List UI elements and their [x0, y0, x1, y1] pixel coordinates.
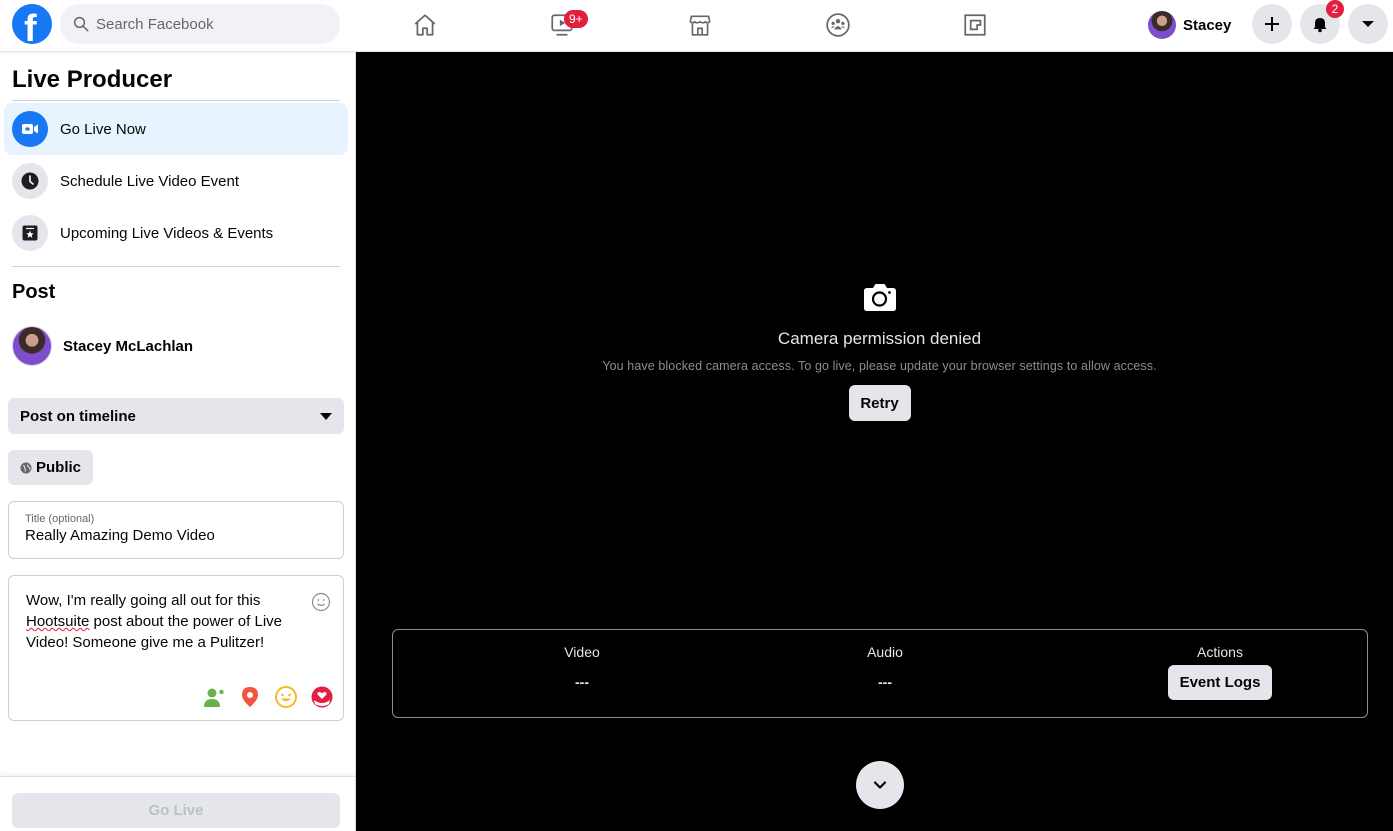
facebook-logo[interactable]: f [12, 4, 52, 44]
video-preview-area: Camera permission denied You have blocke… [356, 52, 1393, 831]
scroll-down-button[interactable] [856, 761, 904, 809]
nav-gaming[interactable] [955, 8, 995, 42]
post-author: Stacey McLachlan [12, 326, 193, 366]
sidebar-item-go-live-now[interactable]: Go Live Now [4, 103, 348, 155]
profile-name: Stacey [1183, 16, 1232, 34]
calendar-star-icon [22, 225, 38, 241]
location-icon [242, 687, 258, 707]
groups-icon [826, 13, 850, 37]
menu-icon-wrap [12, 215, 48, 251]
sidebar-title: Live Producer [12, 66, 173, 93]
video-stat: Video --- [482, 644, 682, 690]
tag-people-icon [204, 688, 224, 707]
menu-label: Upcoming Live Videos & Events [60, 224, 274, 242]
title-input[interactable] [25, 527, 325, 544]
actions-stat: Actions Event Logs [1120, 644, 1320, 700]
chevron-down-icon [873, 781, 887, 789]
nav-watch[interactable]: 9+ [542, 8, 588, 42]
location-button[interactable] [237, 684, 263, 710]
divider [12, 266, 340, 267]
search-box[interactable] [60, 4, 340, 44]
privacy-label: Public [36, 459, 82, 476]
sidebar-item-schedule-live-video-event[interactable]: Schedule Live Video Event [4, 155, 348, 207]
description-field[interactable]: Wow, I'm really going all out for this H… [8, 575, 344, 721]
notifications-badge: 2 [1326, 0, 1344, 18]
misspelled-word: Hootsuite [26, 613, 90, 630]
menu-label: Go Live Now [60, 120, 146, 138]
account-menu-button[interactable] [1348, 4, 1388, 44]
description-textarea[interactable]: Wow, I'm really going all out for this H… [26, 590, 296, 653]
clock-icon [21, 172, 39, 190]
menu-label: Schedule Live Video Event [60, 172, 240, 190]
camera-permission-description: You have blocked camera access. To go li… [602, 359, 1157, 373]
menu-icon-wrap [12, 111, 48, 147]
search-input[interactable] [96, 15, 326, 33]
sidebar-item-upcoming-live-videos[interactable]: Upcoming Live Videos & Events [4, 207, 348, 259]
gaming-icon [964, 14, 986, 36]
retry-button[interactable]: Retry [848, 385, 911, 421]
tag-people-button[interactable] [201, 684, 227, 710]
watch-badge: 9+ [564, 10, 588, 28]
post-heading: Post [12, 281, 56, 303]
avatar [12, 326, 52, 366]
facebook-logo-glyph: f [24, 8, 37, 44]
support-button[interactable] [309, 684, 335, 710]
feeling-button[interactable] [273, 684, 299, 710]
divider [12, 100, 340, 101]
profile-shortcut[interactable]: Stacey [1148, 8, 1231, 42]
home-icon [414, 14, 436, 36]
search-icon [73, 16, 89, 32]
top-navigation-bar: f 9+ Stacey 2 [0, 0, 1393, 52]
emoji-icon[interactable] [311, 592, 331, 612]
camera-permission-message: Camera permission denied You have blocke… [356, 282, 1393, 421]
create-button[interactable] [1252, 4, 1292, 44]
video-stat-label: Video [564, 644, 600, 660]
camera-icon [863, 284, 896, 311]
menu-icon-wrap [12, 163, 48, 199]
feeling-icon [275, 686, 297, 708]
notifications-button[interactable]: 2 [1300, 0, 1344, 44]
avatar [1148, 11, 1176, 39]
marketplace-icon [689, 15, 711, 36]
nav-marketplace[interactable] [680, 8, 720, 42]
description-tools [201, 684, 335, 710]
post-destination-value: Post on timeline [20, 407, 136, 425]
author-name: Stacey McLachlan [63, 337, 194, 355]
video-camera-icon [22, 124, 38, 134]
audio-stat-label: Audio [867, 644, 903, 660]
caret-down-icon [1362, 21, 1374, 27]
globe-icon [20, 462, 32, 473]
camera-permission-title: Camera permission denied [777, 329, 982, 348]
nav-home[interactable] [405, 8, 445, 42]
title-field[interactable]: Title (optional) [8, 501, 344, 559]
plus-icon [1265, 17, 1279, 31]
sidebar-footer: Go Live [0, 776, 355, 831]
post-destination-select[interactable]: Post on timeline [8, 398, 344, 434]
bell-icon [1313, 18, 1327, 33]
description-text-part: Wow, I'm really going all out for this [26, 592, 261, 609]
live-producer-sidebar: Live Producer Go Live Now Schedule Live … [0, 52, 356, 831]
support-icon [311, 686, 333, 708]
video-stat-value: --- [575, 674, 589, 690]
nav-groups[interactable] [818, 8, 858, 42]
actions-label: Actions [1197, 644, 1243, 660]
privacy-selector-button[interactable]: Public [8, 450, 94, 485]
go-live-button[interactable]: Go Live [12, 793, 340, 828]
stream-health-panel: Video --- Audio --- Actions Event Logs [392, 629, 1368, 718]
audio-stat: Audio --- [785, 644, 985, 690]
caret-down-icon [320, 412, 332, 420]
audio-stat-value: --- [878, 674, 892, 690]
title-field-label: Title (optional) [25, 513, 95, 525]
event-logs-button[interactable]: Event Logs [1167, 665, 1273, 700]
